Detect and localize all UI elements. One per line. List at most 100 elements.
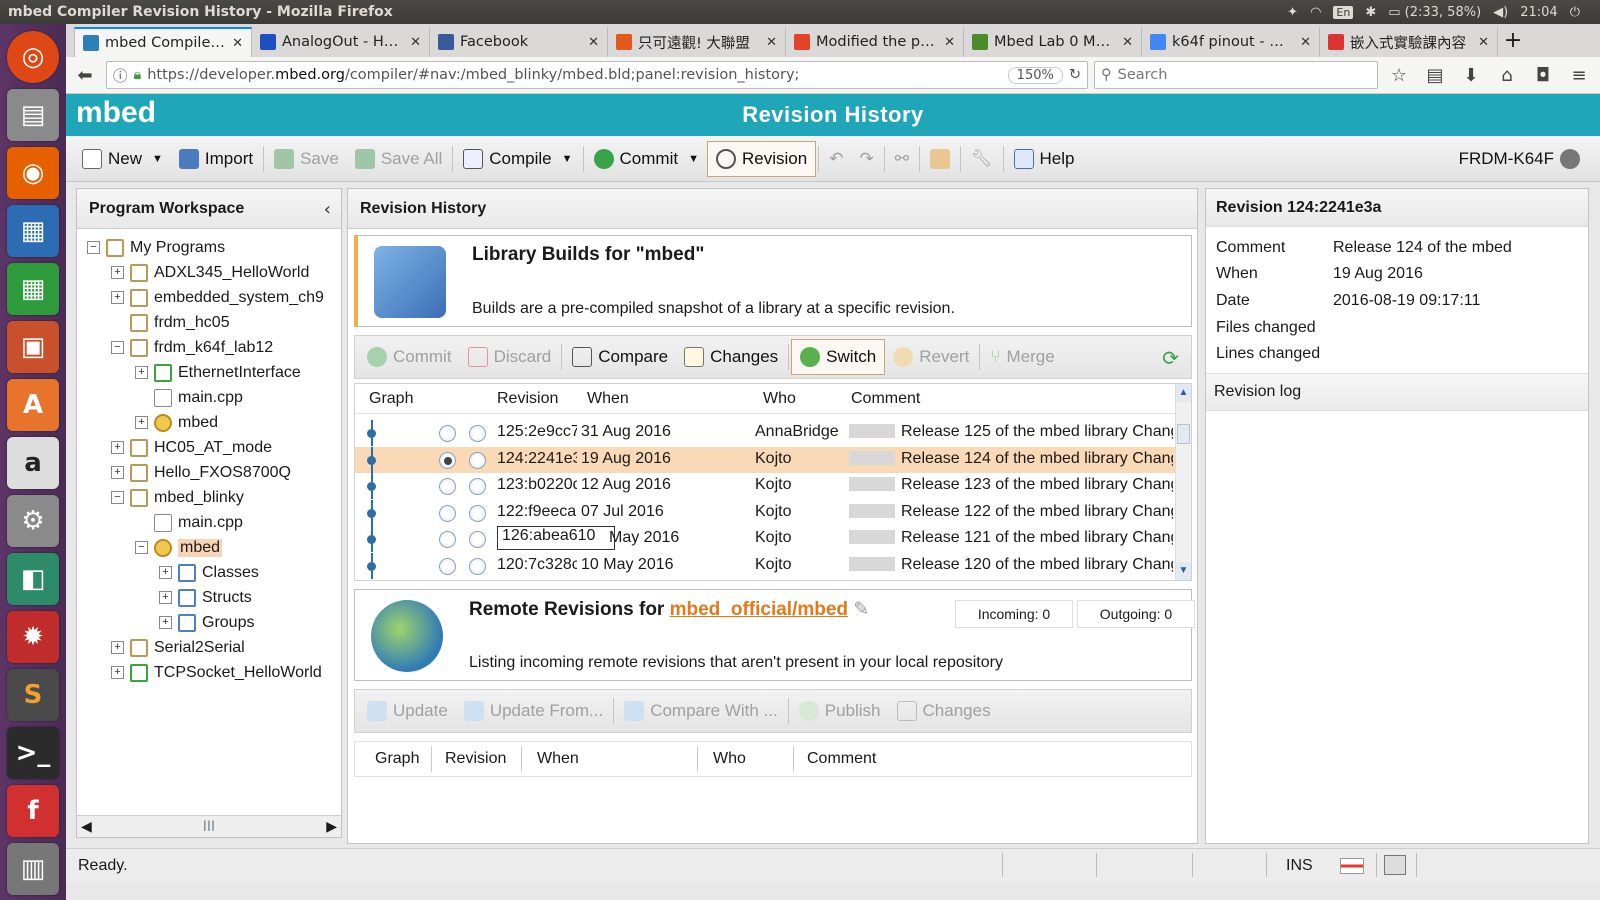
select-radio[interactable] <box>439 504 456 522</box>
select-radio[interactable] <box>439 425 456 442</box>
tree-item[interactable]: + ADXL345_HelloWorld <box>111 260 309 285</box>
remote-column-graph[interactable]: Graph <box>375 750 419 768</box>
files-icon[interactable]: ▤ <box>7 89 59 141</box>
close-icon[interactable]: ✕ <box>232 36 243 51</box>
compile-button[interactable]: Compile ▼ <box>455 141 580 177</box>
table-row[interactable]: 124:2241e3a19 Aug 2016 Kojto Release 124 o… <box>355 446 1177 473</box>
collapse-icon[interactable]: − <box>111 491 124 504</box>
reading-list-icon[interactable]: ▤ <box>1420 61 1450 89</box>
update-button[interactable]: Update <box>359 693 456 729</box>
help-button[interactable]: Help <box>1006 141 1083 177</box>
browser-tab[interactable]: Modified the program ✕ <box>786 27 964 57</box>
dropbox-icon[interactable]: ✦ <box>1287 5 1298 20</box>
sublime-icon[interactable]: S <box>7 669 59 721</box>
zoom-indicator[interactable]: 150% <box>1007 66 1063 84</box>
search-input[interactable]: ⚲ Search <box>1094 61 1378 89</box>
scroll-down-icon[interactable]: ▼ <box>1176 562 1191 580</box>
chevron-down-icon[interactable]: ▼ <box>152 153 163 165</box>
tree-item[interactable]: + Structs <box>159 585 252 610</box>
column-when[interactable]: When <box>587 390 629 408</box>
clock[interactable]: 21:04 <box>1520 5 1557 20</box>
table-row[interactable]: 122:f9eeca1 07 Jul 2016 Kojto Release 122 o… <box>355 499 1177 526</box>
f-app-icon[interactable]: f <box>7 785 59 837</box>
select-radio[interactable] <box>439 451 456 469</box>
tree-item[interactable]: − mbed <box>135 535 223 560</box>
software-center-icon[interactable]: A <box>7 379 59 431</box>
remote-column-who[interactable]: Who <box>713 750 746 768</box>
revision-cell[interactable]: 122:f9eeca1 <box>497 503 577 521</box>
impress-icon[interactable]: ▣ <box>7 321 59 373</box>
refresh-icon[interactable]: ⟳ <box>1162 346 1179 371</box>
tree-item[interactable]: main.cpp <box>135 385 243 410</box>
chevron-down-icon[interactable]: ▼ <box>688 153 699 165</box>
scroll-up-icon[interactable]: ▲ <box>1176 384 1191 402</box>
tree-item[interactable]: + mbed <box>135 410 218 435</box>
power-icon[interactable]: ⏻ <box>1570 5 1580 20</box>
url-bar[interactable]: ⓘ 🔒︎ https://developer.mbed.org/compiler… <box>106 61 1088 89</box>
revision-button[interactable]: Revision <box>706 140 817 177</box>
reload-icon[interactable]: ↻ <box>1069 67 1081 83</box>
browser-tab[interactable]: Facebook ✕ <box>430 27 608 57</box>
edit-pencil-icon[interactable]: ✎ <box>853 599 869 620</box>
compare-radio[interactable] <box>469 557 486 575</box>
update-from-button[interactable]: Update From... <box>456 693 611 729</box>
remote-column-comment[interactable]: Comment <box>807 750 876 768</box>
remote-column-when[interactable]: When <box>537 750 579 768</box>
remote-column-revision[interactable]: Revision <box>445 750 506 768</box>
info-icon[interactable]: ⓘ <box>113 65 128 86</box>
tree-item[interactable]: − mbed_blinky <box>111 485 244 510</box>
tree-item[interactable]: + TCPSocket_HelloWorld <box>111 660 322 685</box>
compare-radio[interactable] <box>469 451 486 469</box>
collapse-icon[interactable]: − <box>87 241 100 254</box>
expand-icon[interactable]: + <box>159 566 172 579</box>
revision-cell[interactable]: 120:7c328cab <box>497 556 577 574</box>
horizontal-scrollbar[interactable]: ◀ III ▶ <box>77 815 341 837</box>
discard-button[interactable]: Discard <box>460 339 560 375</box>
calc-icon[interactable]: ▦ <box>7 263 59 315</box>
wifi-icon[interactable]: ◠ <box>1310 5 1321 20</box>
table-row[interactable]: 123:b0220dba12 Aug 2016 Kojto Release 123 … <box>355 473 1177 499</box>
flag-icon[interactable] <box>1340 858 1364 874</box>
close-icon[interactable]: ✕ <box>766 35 777 50</box>
tree-item[interactable]: + Serial2Serial <box>111 635 245 660</box>
column-graph[interactable]: Graph <box>369 390 413 408</box>
close-icon[interactable]: ✕ <box>588 35 599 50</box>
pocket-icon[interactable]: ◘ <box>1528 61 1558 89</box>
collapse-icon[interactable]: − <box>111 341 124 354</box>
find-button[interactable]: ⚯ <box>887 141 917 177</box>
keyboard-indicator[interactable]: En <box>1333 5 1354 19</box>
expand-icon[interactable]: + <box>111 291 124 304</box>
amazon-icon[interactable]: a <box>7 437 59 489</box>
home-icon[interactable]: ⌂ <box>1492 61 1522 89</box>
vertical-scrollbar[interactable]: ▲ ▼ <box>1175 384 1191 580</box>
import-button[interactable]: Import <box>171 141 261 177</box>
changes-button[interactable]: Changes <box>676 339 786 375</box>
column-comment[interactable]: Comment <box>851 390 920 408</box>
compare-radio[interactable] <box>469 531 486 548</box>
target-selector[interactable]: FRDM-K64F <box>1451 141 1588 177</box>
table-row[interactable]: 125:2e9cc7031 Aug 2016 AnnaBridge Release … <box>355 420 1177 446</box>
expand-icon[interactable]: + <box>135 416 148 429</box>
column-who[interactable]: Who <box>763 390 796 408</box>
tree-item[interactable]: + Hello_FXOS8700Q <box>111 460 291 485</box>
tree-item[interactable]: frdm_hc05 <box>111 310 230 335</box>
expand-icon[interactable]: + <box>111 441 124 454</box>
undo-button[interactable]: ↶ <box>821 141 851 177</box>
publish-button[interactable]: Publish <box>791 693 889 729</box>
save-all-button[interactable]: Save All <box>347 141 450 177</box>
scroll-right-icon[interactable]: ▶ <box>326 819 337 835</box>
settings-icon[interactable]: ⚙ <box>7 495 59 547</box>
tools-button[interactable]: 🔧︎ <box>963 141 1001 177</box>
url-text[interactable]: https://developer.mbed.org/compiler/#nav… <box>147 67 1001 83</box>
expand-icon[interactable]: + <box>111 666 124 679</box>
tree-item[interactable]: − My Programs <box>87 235 225 260</box>
battery-indicator[interactable]: ▭ (2:33, 58%) <box>1388 5 1481 20</box>
new-tab-button[interactable]: + <box>1498 27 1528 57</box>
revision-cell[interactable]: 124:2241e3a <box>497 450 577 468</box>
window-mode-icon[interactable] <box>1384 855 1406 875</box>
collapse-icon[interactable]: − <box>135 541 148 554</box>
expand-icon[interactable]: + <box>159 616 172 629</box>
revert-button[interactable]: Revert <box>885 339 977 375</box>
gear-app-icon[interactable]: ✹ <box>7 611 59 663</box>
menu-icon[interactable]: ≡ <box>1564 61 1594 89</box>
